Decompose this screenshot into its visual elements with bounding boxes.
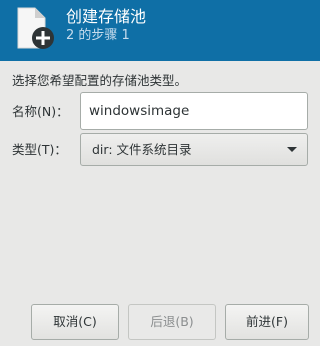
type-label: 类型(T)： xyxy=(12,142,67,157)
dialog-header: 创建存储池 2 的步骤 1 xyxy=(0,0,320,61)
name-input[interactable] xyxy=(80,92,308,130)
dialog-title: 创建存储池 xyxy=(66,7,147,26)
type-selected-value: dir: 文件系统目录 xyxy=(92,142,192,157)
forward-button[interactable]: 前进(F) xyxy=(225,304,309,340)
add-storage-file-icon xyxy=(17,7,54,49)
chevron-down-icon xyxy=(287,147,297,152)
cancel-button[interactable]: 取消(C) xyxy=(31,304,119,340)
step-indicator: 2 的步骤 1 xyxy=(66,28,130,43)
type-dropdown[interactable]: dir: 文件系统目录 xyxy=(80,133,308,166)
instruction-text: 选择您希望配置的存储池类型。 xyxy=(12,73,188,88)
back-button[interactable]: 后退(B) xyxy=(128,304,216,340)
name-label: 名称(N)： xyxy=(12,104,69,119)
